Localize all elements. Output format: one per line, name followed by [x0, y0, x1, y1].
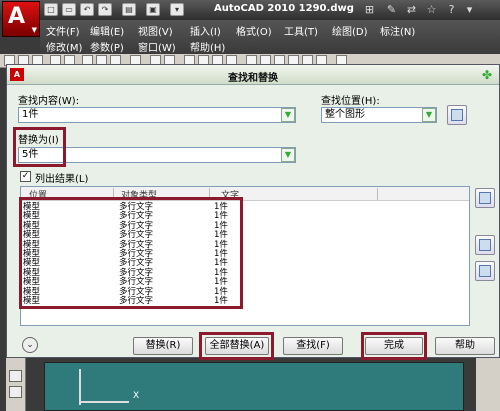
- replace-all-button[interactable]: 全部替换(A): [205, 337, 269, 355]
- create-selection-all-button[interactable]: [475, 261, 495, 281]
- menu-view[interactable]: 视图(V): [138, 23, 173, 38]
- undo-icon[interactable]: ↶: [80, 3, 94, 16]
- result-text: 1件: [214, 230, 228, 241]
- menu-bar: 文件(F) 编辑(E) 视图(V) 插入(I) 格式(O) 工具(T) 绘图(D…: [40, 20, 500, 54]
- menu-edit[interactable]: 编辑(E): [90, 23, 124, 38]
- replace-dropdown-icon[interactable]: ▼: [281, 148, 295, 162]
- result-location: 模型: [23, 296, 41, 306]
- menu-tools[interactable]: 工具(T): [284, 23, 318, 38]
- dialog-title-bar[interactable]: A 查找和替换 ✤: [7, 65, 499, 85]
- find-button[interactable]: 查找(F): [283, 337, 343, 355]
- zoom-icon: [479, 192, 491, 204]
- find-input[interactable]: 1件: [18, 107, 296, 123]
- column-separator: [377, 188, 378, 200]
- result-type: 多行文字: [119, 230, 154, 241]
- result-text: 1件: [214, 296, 228, 306]
- replace-input[interactable]: 5件: [18, 147, 296, 163]
- list-results-checkbox[interactable]: ✓: [20, 171, 31, 182]
- table-row[interactable]: 模型 多行文字 1件: [21, 259, 469, 268]
- menu-help[interactable]: 帮助(H): [190, 39, 225, 54]
- ucs-y-axis: [79, 369, 81, 405]
- menu-format[interactable]: 格式(O): [236, 23, 272, 38]
- title-dropdown-icon[interactable]: ▾: [462, 2, 477, 17]
- print-icon[interactable]: ▤: [122, 3, 136, 16]
- scope-select[interactable]: 整个图形: [321, 107, 437, 123]
- ucs-x-label: X: [133, 391, 140, 401]
- drawing-canvas[interactable]: X: [44, 362, 464, 411]
- table-row[interactable]: 模型 多行文字 1件: [21, 278, 469, 287]
- right-scroll-strip: [476, 352, 500, 411]
- zoom-to-result-button[interactable]: [475, 188, 495, 208]
- result-location: 模型: [23, 277, 41, 288]
- select-objects-icon: [451, 109, 463, 121]
- application-menu-button[interactable]: A ▼: [2, 1, 40, 37]
- table-row[interactable]: 模型 多行文字 1件: [21, 203, 469, 212]
- replace-label: 替换为(I): [18, 135, 59, 146]
- menu-dimension[interactable]: 标注(N): [380, 23, 415, 38]
- menu-draw[interactable]: 绘图(D): [332, 23, 368, 38]
- table-row[interactable]: 模型 多行文字 1件: [21, 212, 469, 221]
- find-dropdown-icon[interactable]: ▼: [281, 108, 295, 122]
- find-replace-dialog: A 查找和替换 ✤ 查找内容(W): 1件 ▼ 查找位置(H): 整个图形 ▼ …: [6, 64, 500, 360]
- select-objects-button[interactable]: [447, 105, 467, 125]
- table-row[interactable]: 模型 多行文字 1件: [21, 297, 469, 306]
- done-button[interactable]: 完成: [365, 337, 423, 355]
- menu-file[interactable]: 文件(F): [46, 23, 80, 38]
- result-type: 多行文字: [119, 296, 154, 306]
- table-row[interactable]: 模型 多行文字 1件: [21, 268, 469, 278]
- close-icon[interactable]: ✤: [479, 67, 495, 83]
- exchange-icon[interactable]: ⇄: [404, 2, 419, 17]
- tool-hatch-icon[interactable]: [9, 386, 22, 398]
- selection-set-icon: [479, 239, 491, 251]
- new-icon[interactable]: □: [44, 3, 58, 16]
- result-location: 模型: [23, 230, 41, 241]
- app-title-bar: A ▼ □ ▭ ↶ ↷ ▤ ▣ ▾ AutoCAD 2010 1290.dwg …: [0, 0, 500, 37]
- autocad-logo-icon: A: [8, 4, 26, 29]
- expand-options-icon[interactable]: ⌄: [22, 337, 38, 353]
- binoculars-icon[interactable]: ⊞: [362, 2, 377, 17]
- folder-icon[interactable]: ▣: [146, 3, 160, 16]
- left-tool-palette: [6, 352, 26, 411]
- results-header: 位置 对象类型 文字: [21, 187, 469, 201]
- menu-window[interactable]: 窗口(W): [138, 39, 176, 54]
- result-type: 多行文字: [119, 277, 154, 288]
- result-text: 1件: [214, 277, 228, 288]
- tools-icon[interactable]: ✎: [384, 2, 399, 17]
- list-results-label: 列出结果(L): [35, 174, 89, 185]
- column-header-location[interactable]: 位置: [29, 188, 47, 201]
- star-icon[interactable]: ☆: [424, 2, 439, 17]
- table-row[interactable]: 模型 多行文字 1件: [21, 231, 469, 240]
- column-header-type[interactable]: 对象类型: [121, 188, 157, 201]
- open-icon[interactable]: ▭: [62, 3, 76, 16]
- ucs-x-axis: [79, 401, 129, 403]
- column-header-text[interactable]: 文字: [221, 188, 239, 201]
- table-row[interactable]: 模型 多行文字 1件: [21, 221, 469, 231]
- tool-rectangle-icon[interactable]: [9, 370, 22, 382]
- quick-access-dropdown-icon[interactable]: ▾: [170, 3, 184, 16]
- menu-parametric[interactable]: 参数(P): [90, 39, 124, 54]
- help-button[interactable]: 帮助: [435, 337, 495, 355]
- chevron-down-icon: ▼: [31, 26, 37, 34]
- create-selection-button[interactable]: [475, 235, 495, 255]
- menu-modify[interactable]: 修改(M): [46, 39, 82, 54]
- column-separator: [209, 188, 210, 200]
- menu-insert[interactable]: 插入(I): [190, 23, 221, 38]
- table-row[interactable]: 模型 多行文字 1件: [21, 250, 469, 259]
- window-title: AutoCAD 2010 1290.dwg: [214, 3, 354, 14]
- scope-label: 查找位置(H):: [321, 96, 380, 107]
- selection-all-icon: [479, 265, 491, 277]
- scope-dropdown-icon[interactable]: ▼: [422, 108, 436, 122]
- help-icon[interactable]: ?: [444, 2, 459, 17]
- redo-icon[interactable]: ↷: [98, 3, 112, 16]
- table-row[interactable]: 模型 多行文字 1件: [21, 287, 469, 297]
- replace-button[interactable]: 替换(R): [133, 337, 193, 355]
- dialog-title: 查找和替换: [228, 73, 278, 84]
- table-row[interactable]: 模型 多行文字 1件: [21, 240, 469, 250]
- column-separator: [113, 188, 114, 200]
- find-label: 查找内容(W):: [18, 96, 80, 107]
- results-list[interactable]: 位置 对象类型 文字 模型 多行文字 1件 模型 多行文字 1件 模型 多行文字 1件 模型 多行文…: [20, 186, 470, 326]
